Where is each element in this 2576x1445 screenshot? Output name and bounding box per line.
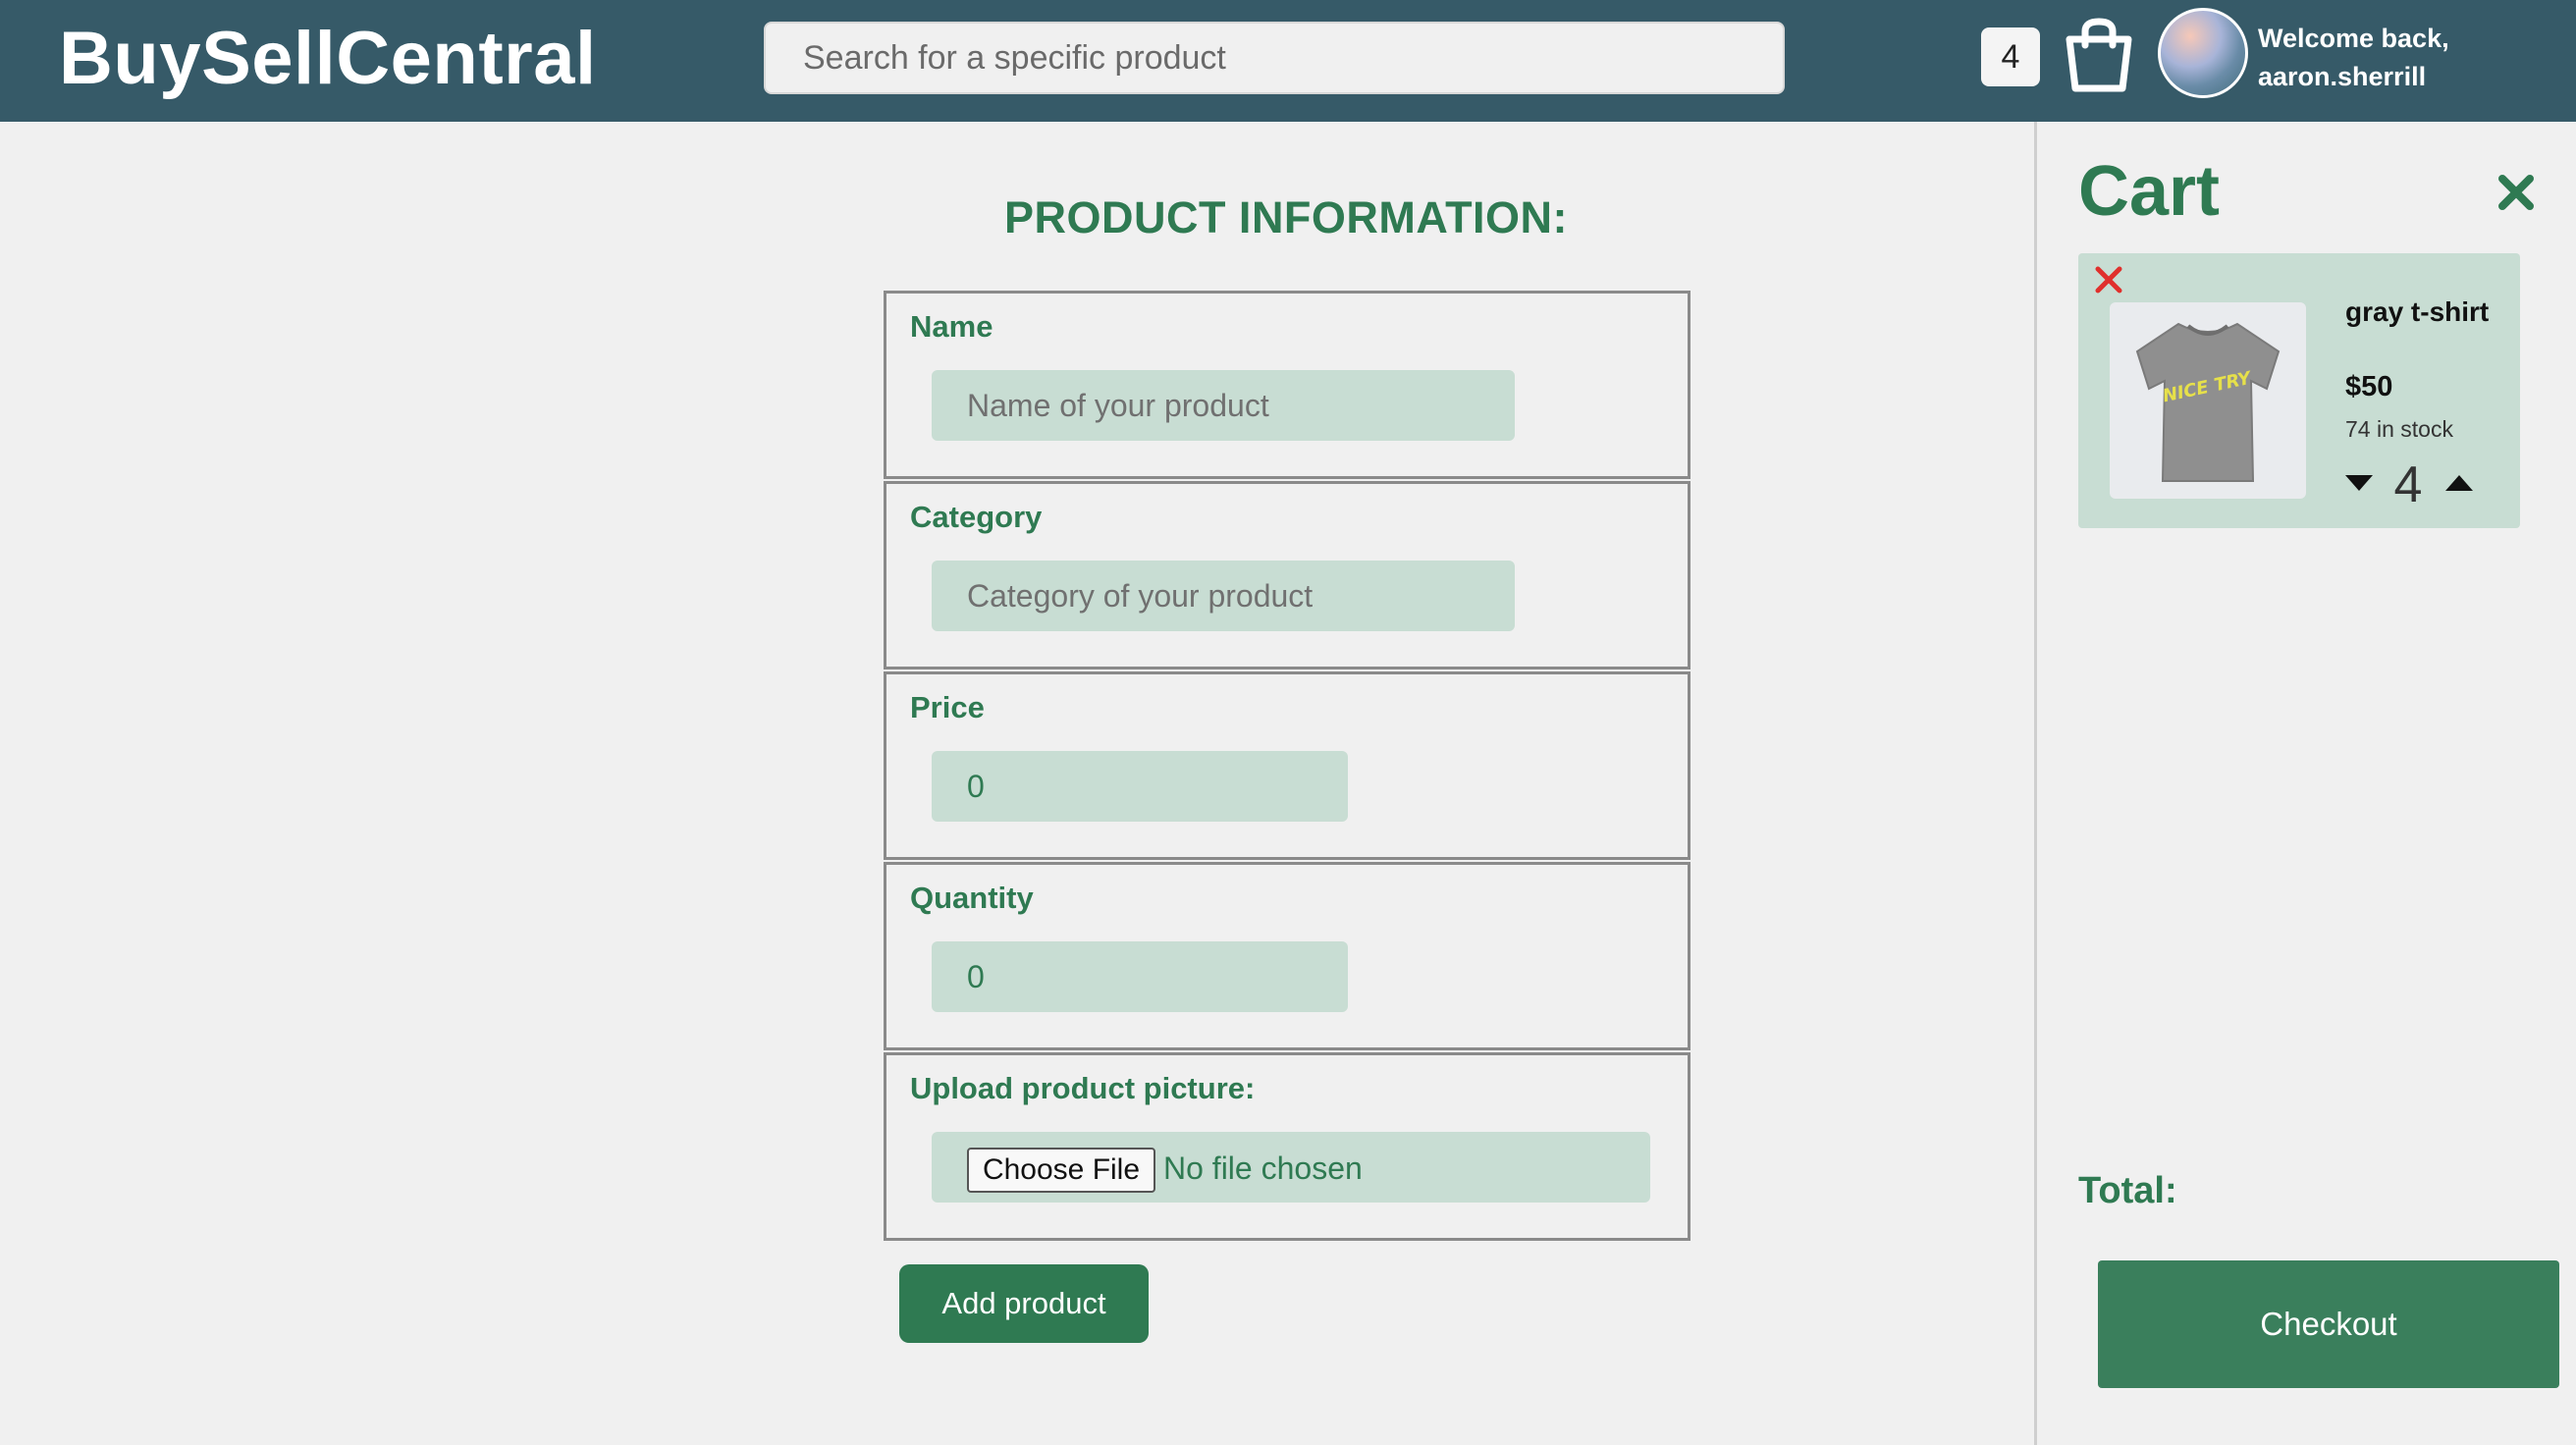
increase-quantity-icon[interactable] [2443, 473, 2475, 493]
product-name-input[interactable] [932, 370, 1515, 441]
category-label: Category [910, 500, 1043, 534]
user-avatar[interactable] [2158, 8, 2248, 98]
form-title: PRODUCT INFORMATION: [1003, 192, 1569, 242]
product-category-input[interactable] [932, 561, 1515, 631]
site-logo[interactable]: BuySellCentral [59, 16, 597, 101]
username: aaron.sherrill [2258, 62, 2427, 91]
gray-tshirt-image: NICE TRY [2135, 322, 2281, 482]
cart-item-name: gray t-shirt [2345, 296, 2490, 327]
top-navbar: BuySellCentral 4 Welcome back, aaron.she… [0, 0, 2576, 122]
quantity-label: Quantity [910, 881, 1034, 915]
file-status-text: No file chosen [1163, 1151, 1363, 1186]
add-product-button[interactable]: Add product [899, 1264, 1149, 1343]
remove-item-icon[interactable] [2092, 263, 2125, 296]
choose-file-button[interactable]: Choose File [967, 1148, 1155, 1193]
product-quantity-input[interactable] [932, 941, 1348, 1012]
cart-item-price: $50 [2345, 371, 2393, 402]
product-price-input[interactable] [932, 751, 1348, 822]
cart-item-stock: 74 in stock [2345, 416, 2453, 442]
cart-item-quantity: 4 [2393, 456, 2423, 513]
product-thumbnail: NICE TRY [2110, 302, 2306, 499]
quantity-field-group: Quantity [884, 862, 1690, 1050]
cart-panel: Cart NICE TRY gray t-shirt $50 74 in sto… [2034, 122, 2576, 1445]
close-icon[interactable] [2491, 167, 2542, 218]
upload-field-group: Upload product picture: Choose File No f… [884, 1052, 1690, 1241]
price-label: Price [910, 690, 985, 724]
price-field-group: Price [884, 671, 1690, 860]
category-field-group: Category [884, 481, 1690, 669]
file-upload-input[interactable]: Choose File No file chosen [932, 1132, 1650, 1203]
upload-label: Upload product picture: [910, 1071, 1256, 1105]
checkout-button[interactable]: Checkout [2098, 1260, 2559, 1388]
cart-item: NICE TRY gray t-shirt $50 74 in stock 4 [2078, 253, 2520, 528]
shopping-bag-icon[interactable] [2062, 16, 2136, 94]
cart-count-badge[interactable]: 4 [1981, 27, 2040, 86]
decrease-quantity-icon[interactable] [2343, 473, 2375, 493]
name-label: Name [910, 309, 993, 344]
welcome-line: Welcome back, [2258, 24, 2449, 53]
search-input[interactable] [764, 22, 1785, 94]
cart-title: Cart [2078, 152, 2221, 231]
name-field-group: Name [884, 291, 1690, 479]
cart-total-label: Total: [2078, 1170, 2177, 1211]
welcome-message: Welcome back, aaron.sherrill [2258, 20, 2503, 96]
